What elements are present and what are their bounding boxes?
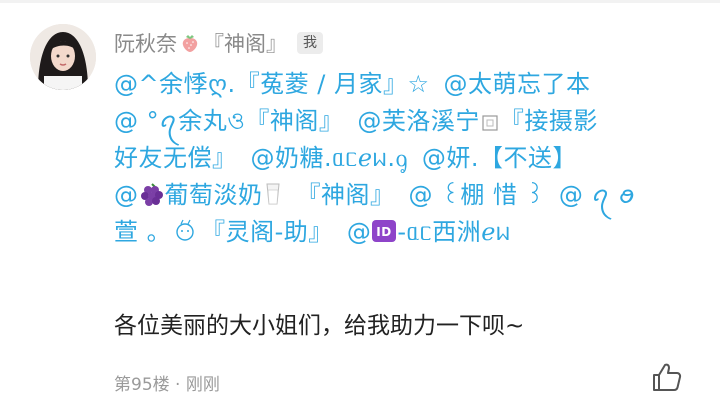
mention-line-2: @ °ꪖ余丸ও『神阁』 @芙洛溪宁 『接摄影: [114, 103, 674, 140]
group-tag: 『神阁』: [203, 32, 287, 56]
svg-text:ID: ID: [377, 225, 392, 239]
square-icon: [482, 115, 498, 131]
mention-taimeng[interactable]: @太萌忘了本: [443, 70, 590, 98]
floor-number: 第95楼: [114, 375, 170, 395]
milk-glass-icon: [265, 183, 280, 205]
id-icon: ID: [372, 220, 397, 242]
timestamp: 刚刚: [185, 375, 220, 395]
mention-putao[interactable]: 葡萄淡奶: [165, 181, 263, 209]
mention-line-1: @^余悸ღ.『菟菱 / 月家』☆ @太萌忘了本: [114, 66, 674, 103]
strawberry-icon: [182, 35, 198, 52]
comment-footer: 第95楼 · 刚刚: [114, 370, 220, 395]
mention-ao-cont: 萱 。: [114, 218, 172, 246]
mention-ao[interactable]: @ ꪖ ꪮ: [559, 181, 635, 209]
mention-naitang[interactable]: @奶糖.ᥲᥴℯᥕ.ᧁ: [251, 144, 408, 172]
mention-fuluoxining-note: 『接摄影: [499, 107, 598, 135]
cute-doodle-icon: [176, 219, 194, 241]
comment-text: 各位美丽的大小姐们，给我助力一下呗~: [114, 313, 525, 339]
mention-yuji[interactable]: @^余悸ღ.『菟菱 / 月家』☆: [114, 70, 429, 98]
mention-pengxi[interactable]: @ ꒰棚 惜 ꒱: [409, 181, 545, 209]
comment-header: 阮秋奈 『神阁』 我: [114, 26, 323, 60]
mention-line-5: 萱 。 『灵阁-助』 @ ID -ᥲᥴ西洲ℯᥕ: [114, 214, 674, 251]
mention-fuluoxining[interactable]: @芙洛溪宁: [357, 107, 480, 135]
top-divider: [0, 0, 720, 3]
mention-xizhou[interactable]: -ᥲᥴ西洲ℯᥕ: [397, 218, 510, 246]
mention-xizhou-at[interactable]: @: [347, 218, 372, 246]
avatar[interactable]: [30, 24, 96, 90]
like-button[interactable]: [650, 360, 684, 394]
username-text: 阮秋奈: [114, 32, 177, 56]
avatar-image: [30, 24, 96, 90]
me-badge: 我: [297, 32, 323, 54]
thumbs-up-icon: [653, 363, 682, 391]
mention-fuluoxining-note-cont: 好友无偿』: [114, 144, 237, 172]
footer-separator: ·: [175, 375, 181, 395]
mention-line-4: @ 葡萄淡奶 『神阁』 @ ꒰棚 惜 ꒱ @ ꪖ ꪮ: [114, 177, 674, 214]
mention-yuwan[interactable]: @ °ꪖ余丸ও『神阁』: [114, 107, 343, 135]
mention-yan[interactable]: @妍.【不送】: [422, 144, 577, 172]
mention-putao-tag: 『神阁』: [296, 181, 395, 209]
mention-line-3: 好友无偿』 @奶糖.ᥲᥴℯᥕ.ᧁ @妍.【不送】: [114, 140, 674, 177]
mention-putao-at[interactable]: @: [114, 181, 139, 209]
username[interactable]: 阮秋奈 『神阁』: [114, 28, 287, 58]
mention-list: @^余悸ღ.『菟菱 / 月家』☆ @太萌忘了本 @ °ꪖ余丸ও『神阁』 @芙洛溪宁『…: [114, 66, 674, 251]
grapes-icon: [140, 183, 163, 206]
mention-lingge-tag: 『灵阁-助』: [201, 218, 333, 246]
